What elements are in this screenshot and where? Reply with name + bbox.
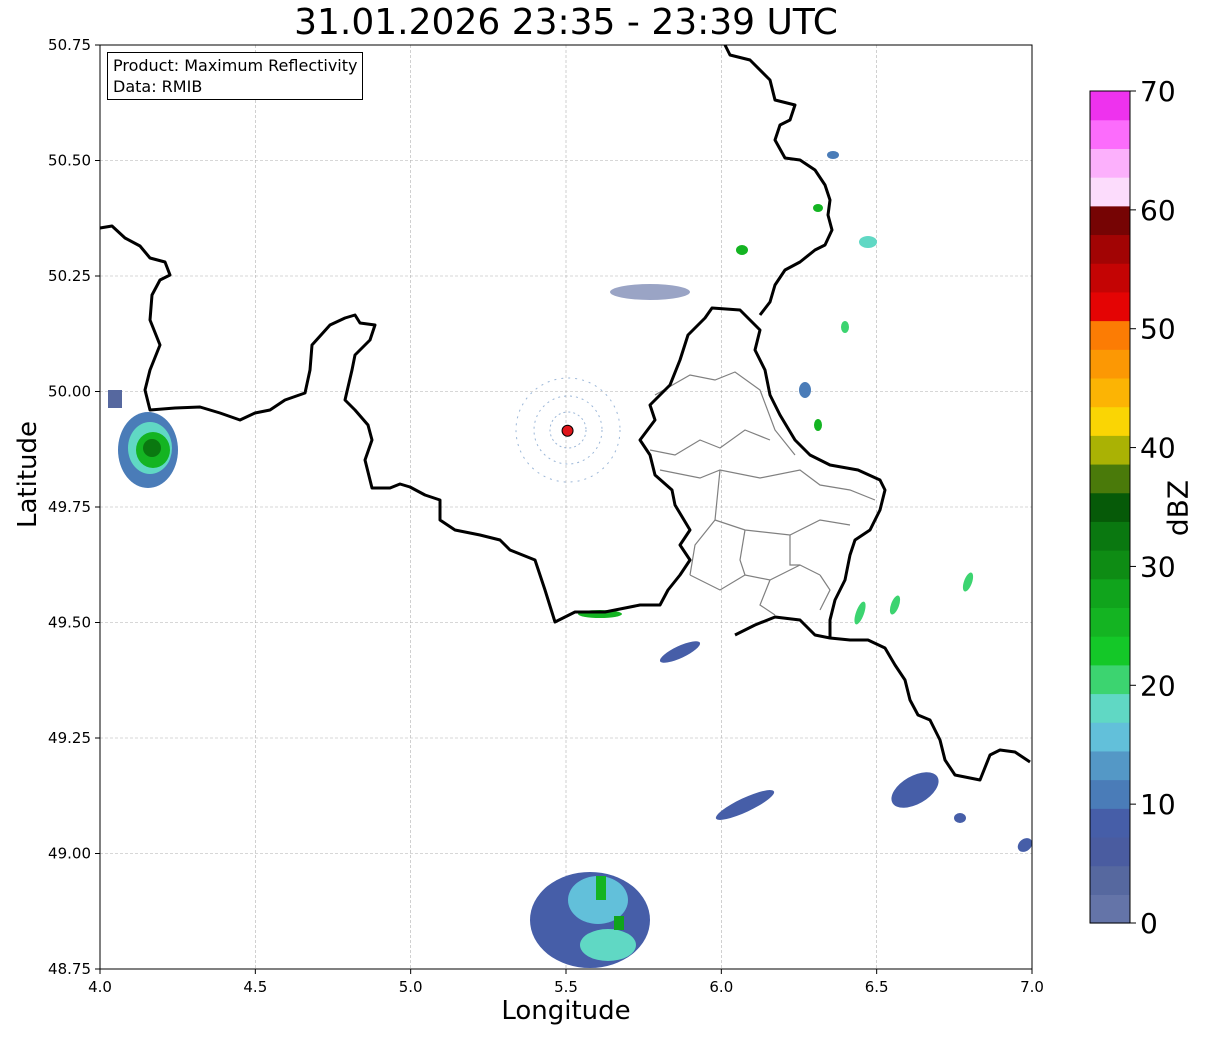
y-tick-label: 50.75	[48, 36, 91, 54]
y-tick-label: 50.25	[48, 267, 91, 285]
echo-south-cluster	[530, 872, 650, 968]
y-tick-label: 50.00	[48, 383, 91, 401]
x-axis-label: Longitude	[501, 996, 631, 1026]
colorbar-segment	[1090, 406, 1130, 436]
colorbar-tick-label: 10	[1140, 788, 1176, 821]
x-tick-label: 5.0	[399, 978, 423, 996]
product-label: Product: Maximum Reflectivity	[113, 56, 358, 75]
colorbar-segment	[1090, 205, 1130, 236]
y-tick-label: 49.25	[48, 729, 91, 747]
radar-map: 4.0 4.5 5.0 5.5 6.0 6.5 7.0 50.7550.5050.2550.…	[48, 36, 1176, 996]
y-tick-label: 49.50	[48, 614, 91, 632]
colorbar-tick-label: 40	[1140, 432, 1176, 465]
colorbar-segment	[1090, 550, 1130, 580]
x-axis-ticks: 4.0 4.5 5.0 5.5 6.0 6.5 7.0	[88, 969, 1044, 996]
colorbar-segment	[1090, 578, 1130, 609]
colorbar-segment	[1090, 177, 1130, 207]
colorbar-segment	[1090, 636, 1130, 666]
colorbar-segment	[1090, 119, 1130, 149]
colorbar-segment	[1090, 492, 1130, 522]
colorbar-segment	[1090, 349, 1130, 379]
colorbar-tick-label: 70	[1140, 75, 1176, 108]
colorbar-tick-label: 0	[1140, 907, 1158, 940]
colorbar-segment	[1090, 865, 1130, 895]
colorbar-segment	[1090, 435, 1130, 465]
colorbar-tick-label: 30	[1140, 550, 1176, 583]
y-tick-label: 49.00	[48, 845, 91, 863]
colorbar-segment	[1090, 722, 1130, 752]
info-box: Product: Maximum Reflectivity Data: RMIB	[107, 52, 364, 100]
y-axis-label: Latitude	[13, 420, 43, 528]
x-tick-label: 6.5	[865, 978, 889, 996]
y-tick-label: 48.75	[48, 960, 91, 978]
colorbar-segment	[1090, 263, 1130, 293]
x-tick-label: 7.0	[1020, 978, 1044, 996]
y-axis-ticks: 50.75 50.50 50.25 50.00 49.75 49.50 49.25 49.00…	[48, 36, 100, 978]
y-tick-label: 49.75	[48, 498, 91, 516]
colorbar-segment	[1090, 693, 1130, 723]
colorbar-label: dBZ	[1161, 479, 1195, 537]
colorbar-segment	[1090, 607, 1130, 637]
colorbar-segment	[1090, 779, 1130, 809]
colorbar-tick-label: 20	[1140, 669, 1176, 702]
colorbar-segment	[1090, 148, 1130, 178]
colorbar-segment	[1090, 750, 1130, 781]
x-tick-label: 6.0	[709, 978, 733, 996]
colorbar-tick-label: 50	[1140, 313, 1176, 346]
colorbar-segment	[1090, 664, 1130, 695]
colorbar-segment	[1090, 91, 1130, 121]
colorbar-segment	[1090, 320, 1130, 350]
colorbar-segment	[1090, 521, 1130, 551]
colorbar-segment	[1090, 894, 1130, 924]
radar-site-marker	[561, 424, 574, 437]
colorbar-segment	[1090, 836, 1130, 867]
x-tick-label: 4.0	[88, 978, 112, 996]
colorbar-tick-label: 60	[1140, 194, 1176, 227]
x-tick-label: 5.5	[554, 978, 578, 996]
data-source-label: Data: RMIB	[113, 77, 203, 96]
x-tick-label: 4.5	[243, 978, 267, 996]
colorbar-segment	[1090, 808, 1130, 838]
colorbar-segment	[1090, 463, 1130, 494]
colorbar-segment	[1090, 234, 1130, 264]
y-tick-label: 50.50	[48, 152, 91, 170]
colorbar-segment	[1090, 291, 1130, 322]
colorbar-segment	[1090, 377, 1130, 408]
